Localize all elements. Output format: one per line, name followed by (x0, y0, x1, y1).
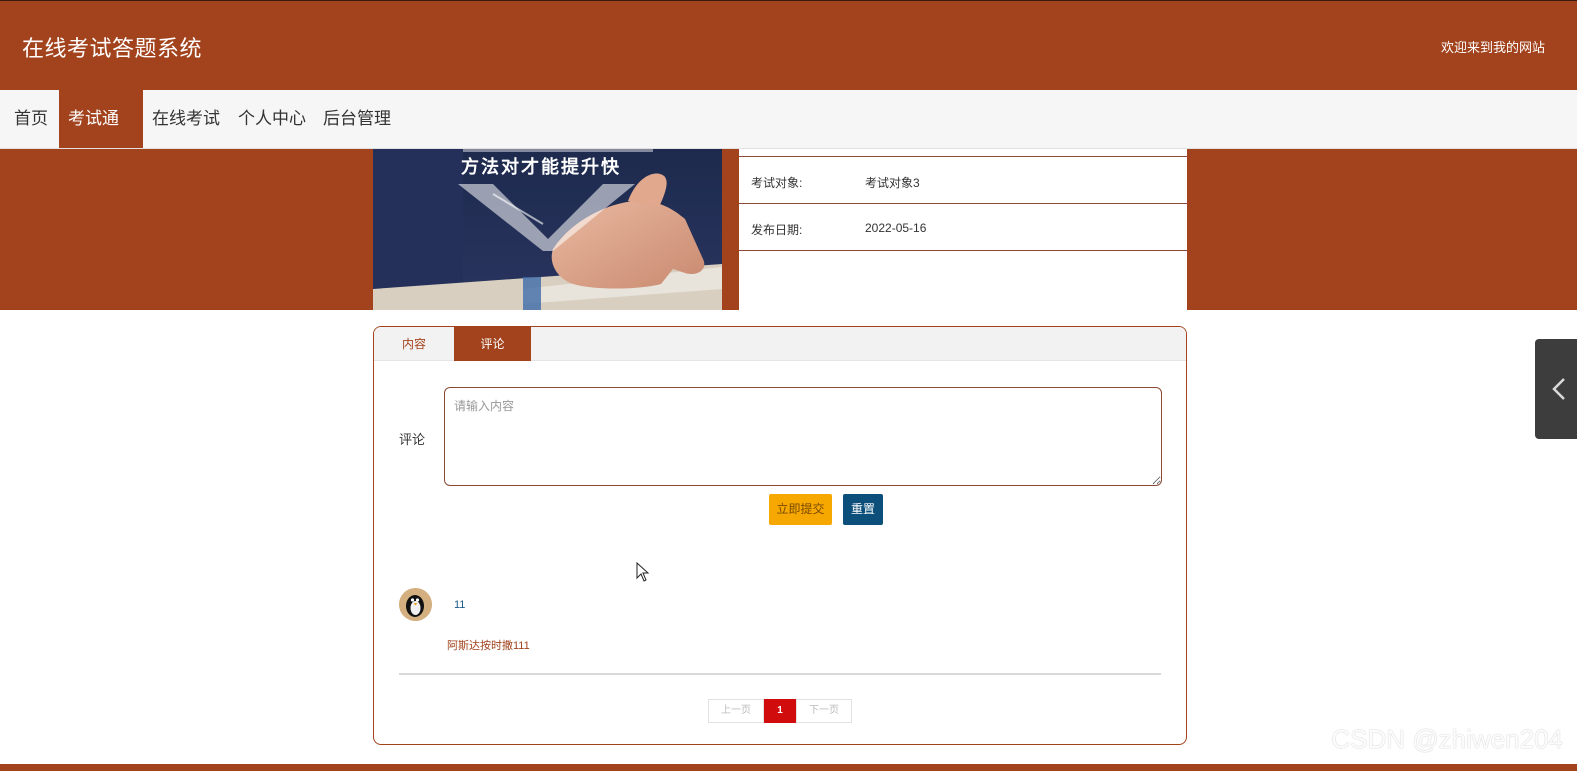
welcome-text: 欢迎来到我的网站 (1440, 40, 1545, 55)
nav-item-home[interactable]: 首页 (5, 90, 57, 148)
comment-textarea[interactable] (444, 387, 1162, 486)
tab-comment[interactable]: 评论 (454, 327, 531, 361)
comment-text: 阿斯达按时撒111 (447, 640, 530, 652)
nav-item-admin[interactable]: 后台管理 (314, 90, 400, 148)
detail-card: 内容 评论 评论 立即提交 重置 11 阿斯达按时撒111 上一页 1 下一页 (373, 326, 1187, 745)
prev-page-button[interactable]: 上一页 (708, 699, 764, 723)
reset-button[interactable]: 重置 (843, 494, 883, 525)
mouse-cursor-icon (636, 562, 650, 582)
comment-field-label: 评论 (399, 432, 426, 447)
tab-bar: 内容 评论 (374, 327, 1186, 361)
comment-divider (399, 673, 1161, 675)
next-page-button[interactable]: 下一页 (796, 699, 852, 723)
info-value: 考试对象3 (865, 176, 920, 190)
info-label: 考试对象: (751, 176, 803, 190)
notice-banner: 方法对才能提升快 考试对象: 考试对象3 发布日期: 2022-05-16 (0, 149, 1577, 310)
notice-info-panel: 考试对象: 考试对象3 发布日期: 2022-05-16 (739, 149, 1187, 310)
page-1-button[interactable]: 1 (764, 699, 796, 723)
info-row-empty (739, 250, 1187, 297)
nav-item-exam-notice[interactable]: 考试通知 (59, 90, 143, 186)
info-row-publish-date: 发布日期: 2022-05-16 (739, 203, 1187, 250)
side-panel-toggle[interactable] (1535, 339, 1577, 439)
comment-username: 11 (454, 599, 466, 611)
chevron-left-icon (1552, 378, 1565, 400)
footer-bar (0, 764, 1577, 771)
tab-content[interactable]: 内容 (374, 327, 454, 361)
penguin-avatar-icon (399, 588, 432, 621)
info-row-exam-target: 考试对象: 考试对象3 (739, 156, 1187, 203)
notice-cover-image: 方法对才能提升快 (373, 149, 722, 310)
info-label: 发布日期: (751, 223, 803, 237)
nav-item-personal-center[interactable]: 个人中心 (229, 90, 315, 148)
info-value: 2022-05-16 (865, 221, 927, 235)
nav-item-online-exam[interactable]: 在线考试 (143, 90, 229, 148)
site-title: 在线考试答题系统 (22, 36, 203, 61)
submit-button[interactable]: 立即提交 (769, 494, 832, 525)
site-header: 在线考试答题系统 欢迎来到我的网站 (0, 0, 1577, 90)
cover-caption: 方法对才能提升快 (461, 157, 621, 177)
watermark: CSDN @zhiwen204 (1331, 724, 1563, 754)
main-navbar: 首页 考试通知 在线考试 个人中心 后台管理 (0, 90, 1577, 186)
